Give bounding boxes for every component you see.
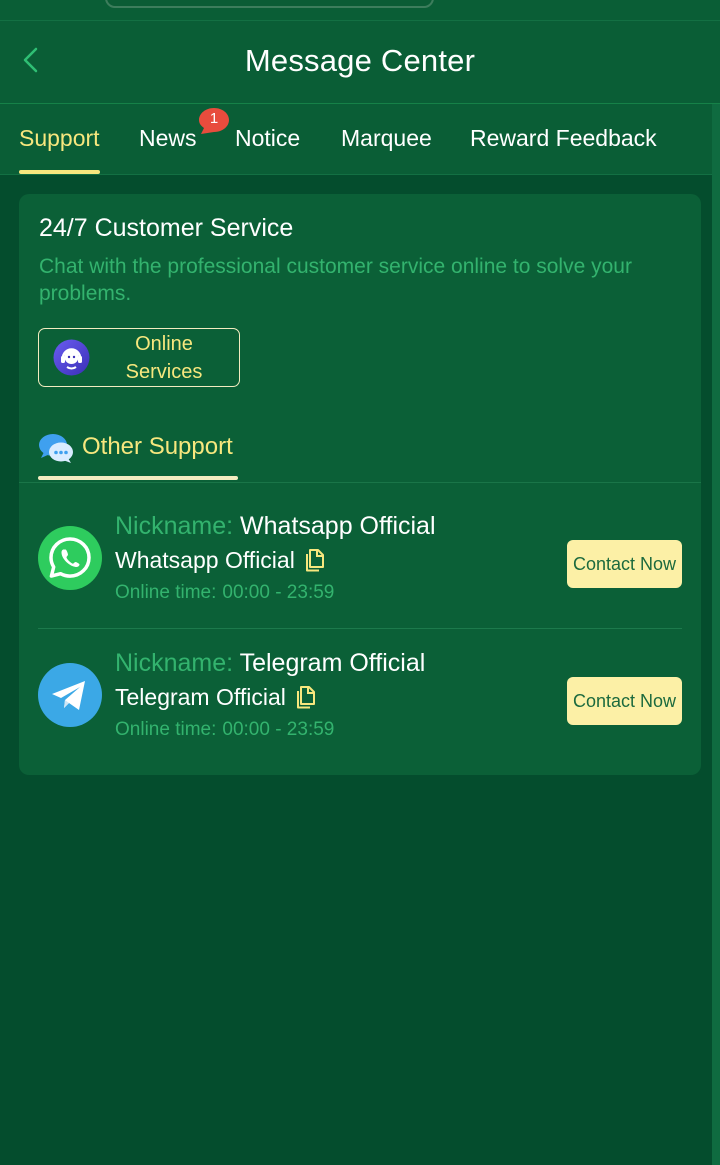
other-support-label: Other Support (82, 433, 233, 460)
contact-account: Telegram Official (115, 684, 316, 711)
contact-now-button[interactable]: Contact Now (567, 540, 682, 588)
online-time-value: 00:00 - 23:59 (222, 719, 335, 740)
copy-icon[interactable] (295, 686, 316, 709)
whatsapp-icon (38, 526, 102, 590)
customer-service-title: 24/7 Customer Service (39, 214, 294, 242)
news-badge-count: 1 (209, 110, 219, 127)
contact-divider (38, 628, 682, 629)
chat-bubbles-icon (39, 434, 73, 463)
section-divider (19, 482, 701, 483)
header: Message Center (0, 21, 720, 104)
online-time-label: Online time: (115, 719, 217, 740)
contact-account: Whatsapp Official (115, 547, 325, 574)
other-support-indicator (38, 476, 238, 480)
nickname-label: Nickname: (115, 512, 234, 540)
online-services-label: Online Services (125, 332, 203, 383)
online-time-value: 00:00 - 23:59 (222, 582, 335, 603)
tab-reward-feedback[interactable]: Reward Feedback (470, 125, 657, 152)
customer-service-description: Chat with the professional customer serv… (39, 255, 632, 305)
scrollbar-track (712, 104, 720, 1165)
contact-online-time: Online time: 00:00 - 23:59 (115, 582, 334, 604)
contact-nickname: Nickname: Telegram Official (115, 649, 425, 678)
copy-icon[interactable] (304, 549, 325, 572)
contact-now-button[interactable]: Contact Now (567, 677, 682, 725)
active-tab-indicator (19, 170, 100, 174)
customer-service-icon (53, 339, 90, 376)
tab-notice[interactable]: Notice (235, 125, 300, 152)
support-card: 24/7 Customer Service Chat with the prof… (19, 194, 701, 775)
contact-row-telegram: Nickname: Telegram Official Telegram Off… (38, 649, 682, 749)
contact-online-time: Online time: 00:00 - 23:59 (115, 719, 334, 741)
online-time-label: Online time: (115, 582, 217, 603)
nickname-value: Telegram Official (239, 649, 426, 677)
account-value: Telegram Official (115, 684, 286, 710)
account-value: Whatsapp Official (115, 547, 295, 573)
tab-bar: Support News Notice Marquee Reward Feedb… (0, 104, 712, 175)
nickname-value: Whatsapp Official (240, 512, 436, 540)
contact-nickname: Nickname: Whatsapp Official (115, 512, 436, 541)
tab-support[interactable]: Support (19, 125, 100, 152)
tab-news[interactable]: News (139, 125, 197, 152)
other-support-tab[interactable]: Other Support (38, 432, 258, 480)
nickname-label: Nickname: (115, 649, 234, 677)
tab-marquee[interactable]: Marquee (341, 125, 432, 152)
top-pill (105, 0, 434, 8)
status-strip (0, 0, 720, 21)
telegram-icon (38, 663, 102, 727)
online-services-button[interactable]: Online Services (38, 328, 240, 387)
page-title: Message Center (244, 43, 476, 78)
contact-row-whatsapp: Nickname: Whatsapp Official Whatsapp Off… (38, 512, 682, 612)
